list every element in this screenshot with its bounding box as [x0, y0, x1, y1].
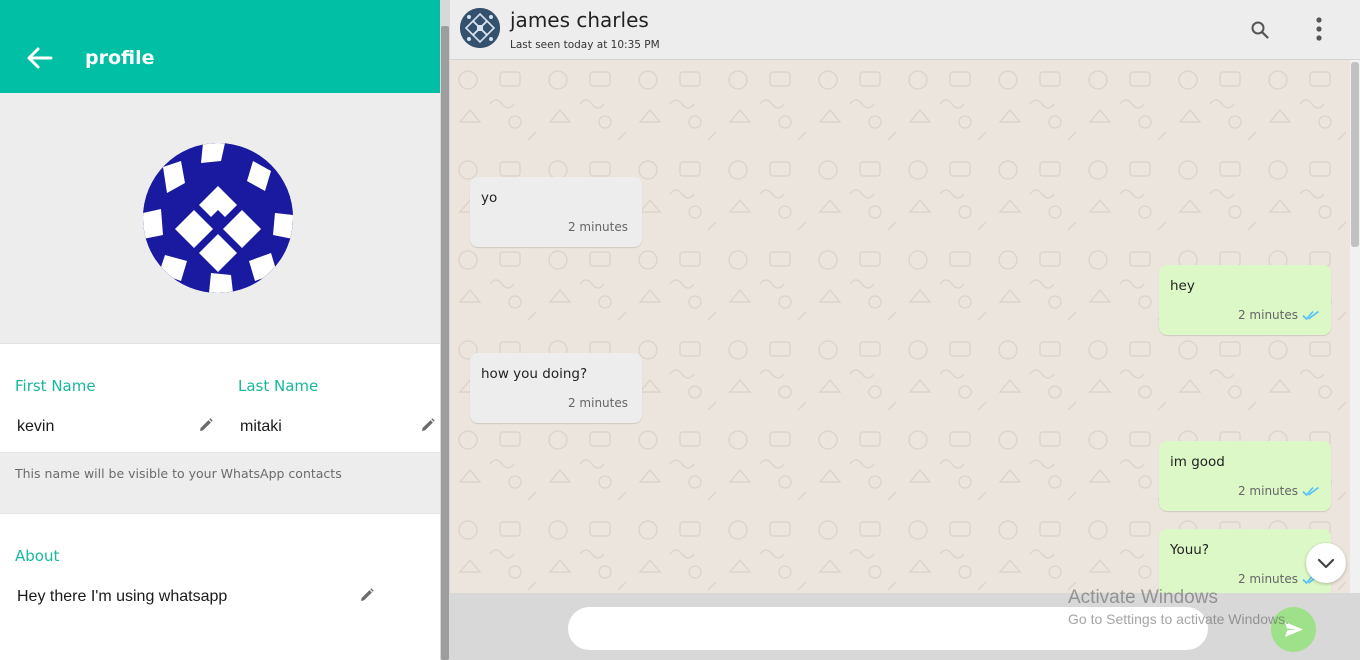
search-button[interactable]	[1250, 20, 1270, 40]
message-bubble-incoming[interactable]: how you doing? 2 minutes	[470, 353, 642, 423]
profile-panel: profile First Name kevin Last Name mitak…	[0, 0, 440, 660]
message-list[interactable]: yo 2 minutes hey 2 minutes how you doing…	[450, 60, 1350, 593]
last-seen-status: Last seen today at 10:35 PM	[510, 39, 660, 51]
more-options-button[interactable]	[1312, 16, 1326, 42]
profile-picture[interactable]	[143, 143, 293, 293]
edit-first-name-button[interactable]	[198, 417, 214, 433]
message-bubble-outgoing[interactable]: hey 2 minutes	[1159, 265, 1331, 335]
edit-last-name-button[interactable]	[420, 417, 436, 433]
message-bubble-incoming[interactable]: yo 2 minutes	[470, 177, 642, 247]
message-time: 2 minutes	[567, 220, 628, 234]
chat-header: james charles Last seen today at 10:35 P…	[450, 0, 1360, 60]
edit-about-button[interactable]	[359, 587, 375, 603]
first-name-value: kevin	[17, 418, 55, 435]
contact-avatar[interactable]	[460, 8, 500, 48]
double-check-icon	[1302, 310, 1319, 321]
chat-scrollbar-thumb[interactable]	[1351, 62, 1359, 247]
name-fields: First Name kevin Last Name mitaki	[0, 344, 440, 452]
message-text: hey	[1170, 278, 1195, 294]
first-name-label: First Name	[15, 377, 96, 395]
message-time: 2 minutes	[1237, 484, 1298, 498]
left-panel-scrollbar-thumb[interactable]	[441, 26, 449, 660]
pencil-icon	[422, 418, 435, 431]
message-bubble-outgoing[interactable]: im good 2 minutes	[1159, 441, 1331, 511]
more-vert-icon	[1316, 17, 1322, 41]
pencil-icon	[200, 418, 213, 431]
message-text: Youu?	[1170, 542, 1209, 558]
last-name-label: Last Name	[238, 377, 319, 395]
message-text: im good	[1170, 454, 1225, 470]
watermark-title: Activate Windows	[1068, 587, 1218, 608]
scroll-to-bottom-button[interactable]	[1306, 543, 1346, 583]
about-section: About Hey there I'm using whatsapp	[0, 514, 440, 660]
about-label: About	[15, 547, 60, 565]
profile-avatar-section	[0, 93, 440, 344]
pencil-icon	[361, 588, 374, 601]
arrow-left-icon	[27, 47, 53, 69]
name-hint-text: This name will be visible to your WhatsA…	[15, 466, 342, 481]
message-text: yo	[481, 190, 498, 206]
message-time: 2 minutes	[1237, 308, 1298, 322]
last-name-value: mitaki	[240, 418, 282, 435]
message-time: 2 minutes	[1237, 572, 1298, 586]
page-title: profile	[85, 47, 155, 69]
contact-name[interactable]: james charles	[510, 8, 649, 32]
chevron-down-icon	[1317, 558, 1335, 569]
search-icon	[1251, 21, 1269, 39]
back-button[interactable]	[24, 42, 56, 74]
name-hint-section: This name will be visible to your WhatsA…	[0, 452, 440, 514]
double-check-icon	[1302, 486, 1319, 497]
about-value: Hey there I'm using whatsapp	[17, 588, 228, 605]
watermark-subtitle: Go to Settings to activate Windows.	[1068, 611, 1289, 627]
message-time: 2 minutes	[567, 396, 628, 410]
activate-windows-watermark: Activate Windows Go to Settings to activ…	[1068, 587, 1289, 627]
message-text: how you doing?	[481, 366, 588, 382]
profile-header: profile	[0, 0, 440, 93]
